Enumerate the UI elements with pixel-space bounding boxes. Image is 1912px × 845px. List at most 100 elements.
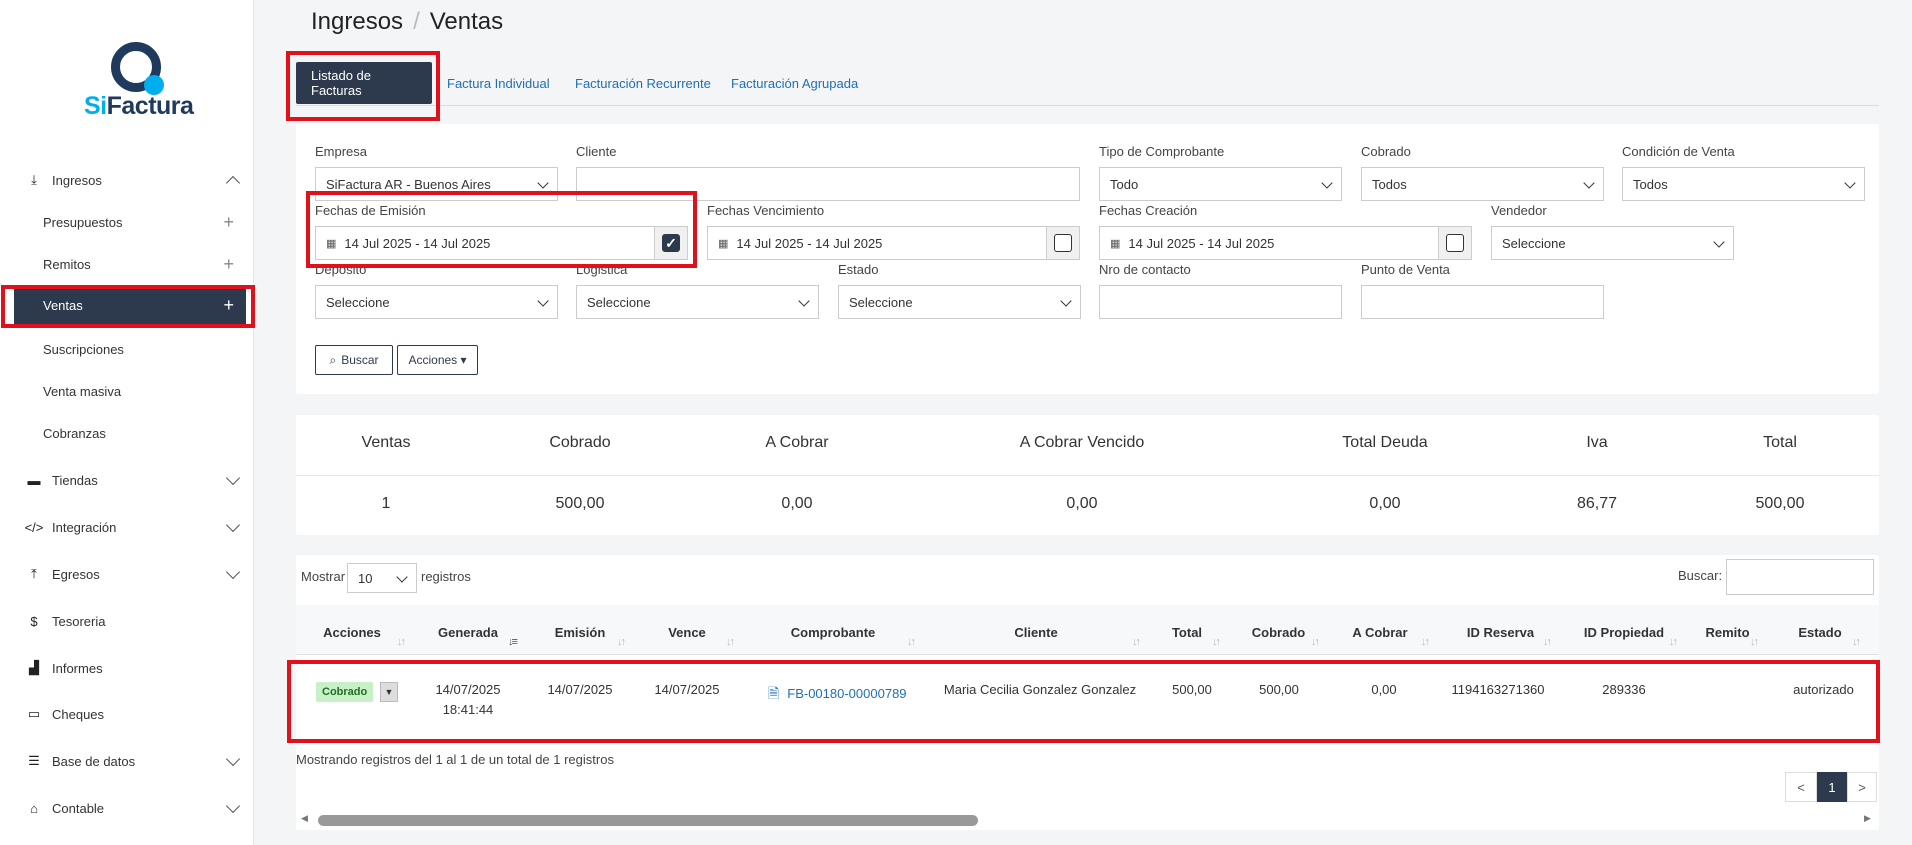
sidebar-item-venta-masiva[interactable]: Venta masiva — [14, 371, 246, 411]
plus-icon[interactable]: + — [223, 254, 234, 275]
fechas-vencimiento-label: Fechas Vencimiento — [707, 203, 825, 218]
chevron-down-icon — [225, 798, 241, 814]
sort-icon[interactable]: ↓↑ — [397, 636, 406, 648]
sort-icon[interactable]: ↓↑ — [1852, 636, 1861, 648]
sort-icon[interactable]: ↓↑ — [1543, 636, 1552, 648]
pagination-prev[interactable]: < — [1785, 772, 1817, 802]
sort-icon[interactable]: ↓↑ — [1750, 636, 1759, 648]
condicion-venta-select[interactable]: Todos — [1622, 167, 1865, 201]
row-actions-dropdown[interactable]: ▼ — [380, 682, 398, 702]
sidebar-item-remitos[interactable]: Remitos + — [14, 244, 246, 284]
sidebar-item-presupuestos[interactable]: Presupuestos + — [14, 202, 246, 242]
sidebar-item-egresos[interactable]: ⤒ Egresos — [14, 554, 246, 594]
sort-icon[interactable]: ↓↑ — [1311, 636, 1320, 648]
tab-facturacion-agrupada[interactable]: Facturación Agrupada — [716, 62, 873, 104]
condicion-venta-value: Todos — [1633, 176, 1668, 192]
fechas-emision-checkbox[interactable]: ✓ — [654, 226, 688, 260]
scrollbar-thumb[interactable] — [318, 815, 978, 826]
table-search-input[interactable] — [1726, 559, 1874, 595]
sort-icon[interactable]: ↓↑ — [1421, 636, 1430, 648]
sidebar-item-contable[interactable]: ⌂ Contable — [14, 788, 246, 828]
cell-total: 500,00 — [1172, 682, 1212, 697]
empresa-select[interactable]: SiFactura AR - Buenos Aires — [315, 167, 558, 201]
col-a-cobrar[interactable]: A Cobrar — [1340, 625, 1420, 640]
chart-icon: ▟ — [29, 660, 39, 675]
fechas-creacion-value: 14 Jul 2025 - 14 Jul 2025 — [1128, 235, 1275, 251]
col-cliente[interactable]: Cliente — [996, 625, 1076, 640]
col-estado[interactable]: Estado — [1790, 625, 1850, 640]
col-id-reserva[interactable]: ID Reserva — [1453, 625, 1548, 640]
sidebar-item-base-de-datos[interactable]: ☰ Base de datos — [14, 741, 246, 781]
col-remito[interactable]: Remito — [1700, 625, 1755, 640]
chevron-down-icon — [798, 295, 810, 307]
buscar-button-label: Buscar — [341, 353, 379, 367]
dollar-icon: $ — [30, 613, 38, 629]
fechas-creacion-input[interactable]: ▦ 14 Jul 2025 - 14 Jul 2025 — [1099, 226, 1439, 260]
pagination-next[interactable]: > — [1847, 772, 1877, 802]
tipo-comprobante-select[interactable]: Todo — [1099, 167, 1342, 201]
fechas-creacion-checkbox[interactable] — [1438, 226, 1472, 260]
cobrado-select[interactable]: Todos — [1361, 167, 1604, 201]
pagination-page-1[interactable]: 1 — [1817, 772, 1847, 802]
plus-icon[interactable]: + — [223, 295, 234, 316]
estado-label: Estado — [838, 262, 879, 277]
cell-comprobante-link[interactable]: 🗎 FB-00180-00000789 — [768, 683, 918, 707]
sidebar-item-ventas[interactable]: Ventas + — [14, 287, 246, 327]
col-cobrado[interactable]: Cobrado — [1241, 625, 1316, 640]
tab-factura-individual[interactable]: Factura Individual — [432, 62, 565, 104]
sort-desc-icon[interactable]: ↓≡ — [508, 636, 518, 648]
buscar-label: Buscar: — [1678, 568, 1723, 583]
sort-icon[interactable]: ↓↑ — [1669, 636, 1678, 648]
deposito-select[interactable]: Seleccione — [315, 285, 558, 319]
col-emision[interactable]: Emisión — [540, 625, 620, 640]
nro-contacto-label: Nro de contacto — [1099, 262, 1191, 277]
scroll-left-icon[interactable]: ◀ — [301, 813, 308, 824]
summary-header-a-cobrar: A Cobrar — [765, 434, 829, 451]
sort-icon[interactable]: ↓↑ — [1212, 636, 1221, 648]
sidebar-item-informes[interactable]: ▟ Informes — [14, 648, 246, 688]
sidebar-item-ingresos[interactable]: ⤓ Ingresos — [14, 160, 246, 200]
sidebar-item-label: Ventas — [43, 298, 83, 313]
fechas-emision-input[interactable]: ▦ 14 Jul 2025 - 14 Jul 2025 — [315, 226, 655, 260]
estado-select[interactable]: Seleccione — [838, 285, 1081, 319]
cell-id-propiedad: 289336 — [1602, 682, 1646, 697]
col-comprobante[interactable]: Comprobante — [783, 625, 883, 640]
sidebar-item-tiendas[interactable]: ▬ Tiendas — [14, 460, 246, 500]
acciones-button[interactable]: Acciones ▾ — [397, 345, 478, 375]
sifactura-logo[interactable]: SiFactura — [80, 38, 194, 123]
sidebar-item-tesoreria[interactable]: $ Tesoreria — [14, 601, 246, 641]
sort-icon[interactable]: ↓↑ — [617, 636, 626, 648]
page-length-select[interactable]: 10 — [347, 563, 417, 593]
sidebar-item-label: Contable — [52, 800, 105, 816]
sidebar-item-cheques[interactable]: ▭ Cheques — [14, 694, 246, 734]
plus-icon[interactable]: + — [223, 212, 234, 233]
punto-venta-input[interactable] — [1361, 285, 1604, 319]
sidebar-item-integracion[interactable]: </> Integración — [14, 507, 246, 547]
col-vence[interactable]: Vence — [647, 625, 727, 640]
breadcrumb-root[interactable]: Ingresos — [311, 8, 403, 35]
buscar-button[interactable]: ⌕ Buscar — [315, 345, 393, 375]
cliente-input[interactable] — [576, 167, 1080, 201]
logistica-select[interactable]: Seleccione — [576, 285, 819, 319]
tab-facturacion-recurrente[interactable]: Facturación Recurrente — [560, 62, 726, 104]
tab-listado-facturas[interactable]: Listado de Facturas — [296, 62, 432, 104]
sort-icon[interactable]: ↓↑ — [726, 636, 735, 648]
col-total[interactable]: Total — [1162, 625, 1212, 640]
sort-icon[interactable]: ↓↑ — [1132, 636, 1141, 648]
sidebar-item-label: Suscripciones — [43, 341, 124, 357]
cell-a-cobrar: 0,00 — [1371, 682, 1397, 697]
nro-contacto-input[interactable] — [1099, 285, 1342, 319]
vendedor-select[interactable]: Seleccione — [1491, 226, 1734, 260]
col-acciones[interactable]: Acciones — [312, 625, 392, 640]
scroll-right-icon[interactable]: ▶ — [1864, 813, 1871, 824]
fechas-vencimiento-input[interactable]: ▦ 14 Jul 2025 - 14 Jul 2025 — [707, 226, 1047, 260]
sidebar-item-label: Tesoreria — [52, 613, 106, 629]
col-generada[interactable]: Generada — [428, 625, 508, 640]
chevron-down-icon — [1060, 295, 1072, 307]
sidebar-item-suscripciones[interactable]: Suscripciones — [14, 329, 246, 369]
chevron-down-icon — [1583, 177, 1595, 189]
sort-icon[interactable]: ↓↑ — [907, 636, 916, 648]
col-id-propiedad[interactable]: ID Propiedad — [1574, 625, 1674, 640]
sidebar-item-cobranzas[interactable]: Cobranzas — [14, 413, 246, 453]
fechas-vencimiento-checkbox[interactable] — [1046, 226, 1080, 260]
